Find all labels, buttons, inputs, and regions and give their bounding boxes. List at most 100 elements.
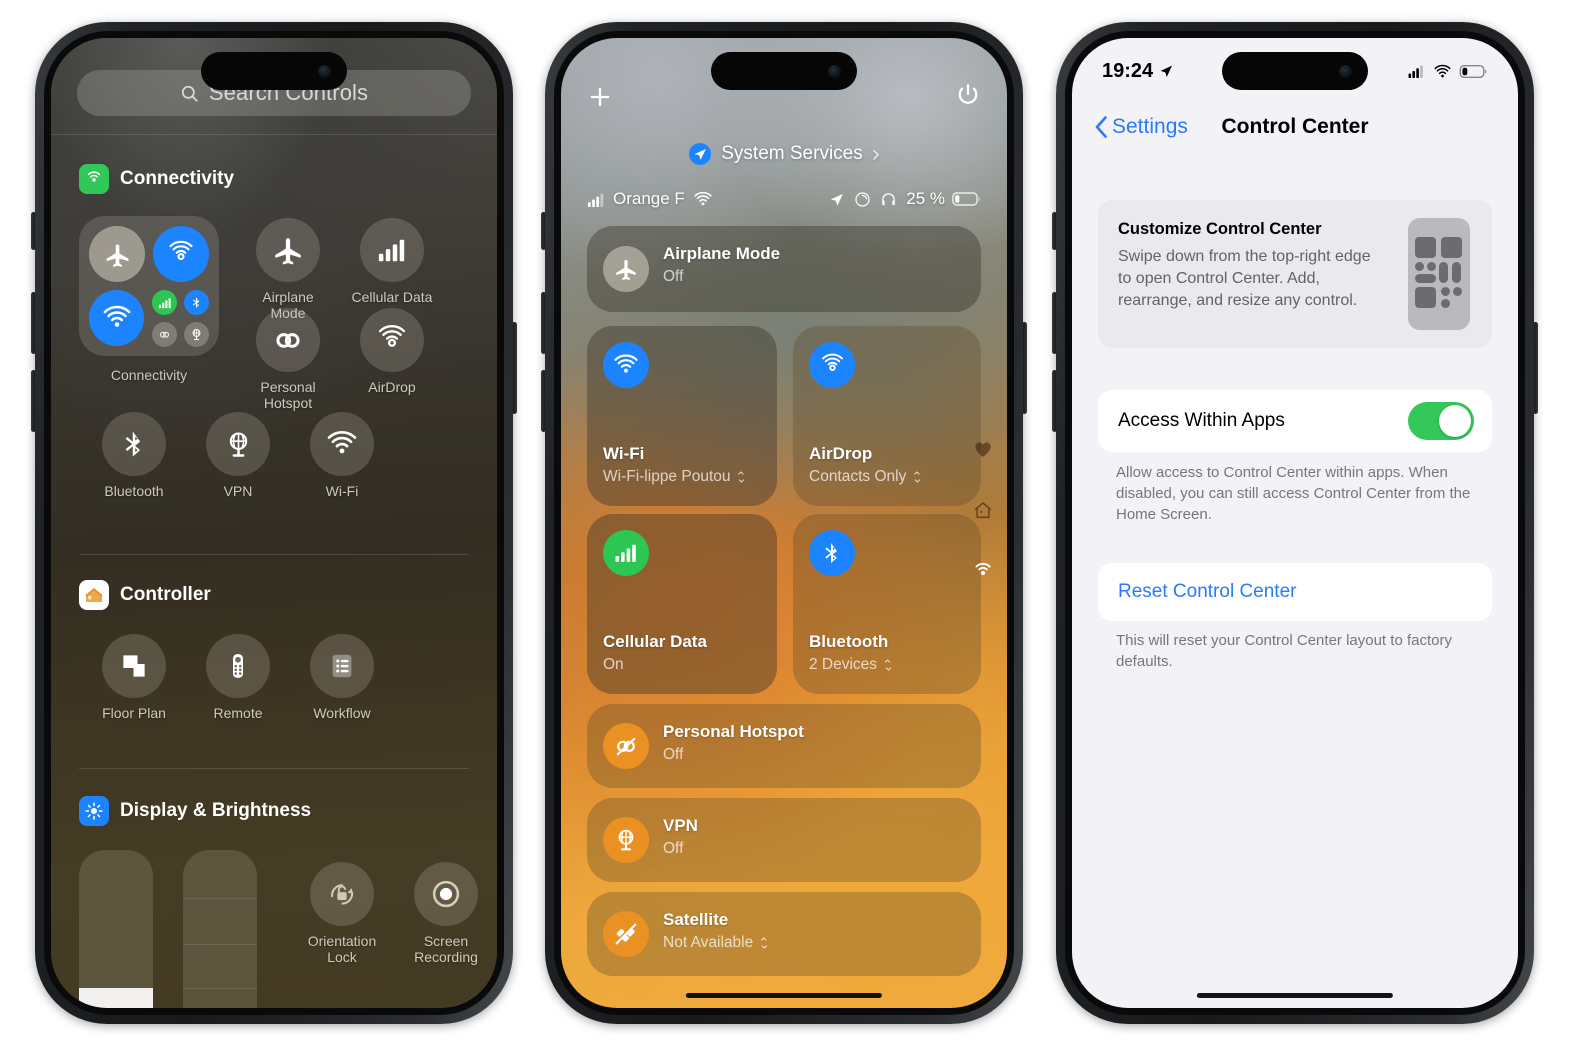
phone-screen: 19:24 Settings Control Center Customize … [1072, 38, 1518, 1008]
vpn-globe-icon [206, 412, 270, 476]
group-tile-label: Connectivity [110, 367, 188, 383]
phone-settings: 19:24 Settings Control Center Customize … [1052, 22, 1538, 1024]
bluetooth-icon [809, 530, 855, 576]
control-remote[interactable]: Remote [193, 634, 283, 721]
section-title: Controller [120, 584, 211, 605]
add-control-button[interactable] [587, 84, 613, 115]
tile-subtitle: Off [663, 840, 684, 857]
control-airdrop[interactable]: AirDrop [347, 308, 437, 395]
battery-low-icon [952, 191, 981, 207]
wifi-icon[interactable] [89, 290, 144, 346]
tile-bluetooth[interactable]: Bluetooth 2 Devices ⌃⌃ [793, 514, 981, 694]
phone-control-center-editor: Search Controls Connectivity Connectivit… [31, 22, 517, 1024]
control-airplane-mode[interactable]: Airplane Mode [243, 218, 333, 321]
search-icon [181, 85, 198, 102]
tile-vpn[interactable]: VPN Off [587, 798, 981, 882]
heart-icon[interactable] [972, 438, 994, 465]
tile-wifi[interactable]: Wi-Fi Wi-Fi-lippe Poutou ⌃⌃ [587, 326, 777, 506]
satellite-icon [603, 911, 649, 957]
tile-satellite[interactable]: Satellite Not Available ⌃⌃ [587, 892, 981, 976]
airdrop-icon [360, 308, 424, 372]
hotspot-link-icon[interactable] [152, 322, 177, 347]
section-header-connectivity: Connectivity [79, 164, 234, 194]
location-arrow-icon [688, 142, 712, 166]
screen-recording-icon [414, 862, 478, 926]
control-personal-hotspot[interactable]: Personal Hotspot [243, 308, 333, 411]
system-services-label: System Services [721, 143, 863, 164]
control-label: Workflow [313, 705, 371, 721]
brightness-slider[interactable] [79, 850, 153, 1008]
dynamic-island [201, 52, 347, 90]
front-camera-icon [1339, 64, 1352, 78]
control-vpn[interactable]: VPN [193, 412, 283, 499]
control-center-status-row: Orange F 25 % [587, 186, 981, 212]
control-workflow[interactable]: Workflow [297, 634, 387, 721]
cellular-bars-icon [360, 218, 424, 282]
reset-label: Reset Control Center [1118, 581, 1297, 602]
bluetooth-icon[interactable] [184, 290, 209, 315]
tile-airplane-mode[interactable]: Airplane Mode Off [587, 226, 981, 312]
control-label: Orientation Lock [307, 933, 377, 965]
tile-airdrop[interactable]: AirDrop Contacts Only ⌃⌃ [793, 326, 981, 506]
slider-fill [79, 988, 153, 1008]
cellular-bars-icon [587, 192, 606, 207]
tile-title: Airplane Mode [663, 244, 781, 263]
wifi-icon [310, 412, 374, 476]
chevron-right-icon: › [871, 140, 880, 167]
wifi-icon [693, 191, 713, 207]
connectivity-group-tile[interactable] [79, 216, 219, 356]
tile-personal-hotspot[interactable]: Personal Hotspot Off [587, 704, 981, 788]
dynamic-island [1222, 52, 1368, 90]
control-cellular-data[interactable]: Cellular Data [347, 218, 437, 305]
vpn-globe-icon[interactable] [184, 322, 209, 347]
page-indicator-rail[interactable] [971, 438, 995, 589]
control-label: Floor Plan [102, 705, 166, 721]
tile-title: Bluetooth [809, 632, 889, 651]
airplane-icon [603, 246, 649, 292]
control-orientation-lock[interactable]: Orientation Lock [297, 862, 387, 965]
bluetooth-icon [102, 412, 166, 476]
info-card-body: Swipe down from the top-right edge to op… [1118, 248, 1371, 309]
home-indicator[interactable] [1196, 993, 1394, 998]
access-within-apps-toggle[interactable] [1408, 402, 1474, 440]
hotspot-link-icon [603, 723, 649, 769]
location-arrow-icon [828, 191, 845, 208]
wifi-icon [1433, 64, 1452, 79]
connectivity-icon[interactable] [971, 560, 995, 589]
access-within-apps-row[interactable]: Access Within Apps [1098, 390, 1492, 452]
status-time: 19:24 [1102, 60, 1174, 83]
tile-title: Cellular Data [603, 632, 707, 651]
system-services-pill[interactable]: System Services › [561, 142, 1007, 166]
section-title: Display & Brightness [120, 800, 312, 821]
wifi-icon [603, 342, 649, 388]
control-wifi[interactable]: Wi-Fi [297, 412, 387, 499]
page-title: Control Center [1221, 115, 1369, 138]
tile-subtitle: Not Available ⌃⌃ [663, 934, 771, 951]
screenshot-stage: Search Controls Connectivity Connectivit… [0, 0, 1578, 1046]
cellular-bars-icon[interactable] [152, 290, 177, 315]
updown-chevron-icon: ⌃⌃ [882, 657, 894, 673]
home-indicator[interactable] [685, 993, 883, 998]
connectivity-icon [79, 164, 109, 194]
airdrop-icon[interactable] [153, 226, 209, 282]
reset-control-center-row[interactable]: Reset Control Center [1098, 563, 1492, 621]
tile-title: Wi-Fi [603, 444, 645, 463]
tile-subtitle: Off [663, 268, 684, 285]
customize-info-card: Customize Control Center Swipe down from… [1098, 200, 1492, 348]
tile-title: Personal Hotspot [663, 722, 804, 741]
tile-cellular-data[interactable]: Cellular Data On [587, 514, 777, 694]
volume-slider[interactable] [183, 850, 257, 1008]
tile-subtitle: Contacts Only ⌃⌃ [809, 468, 924, 485]
power-button-icon[interactable] [955, 82, 981, 113]
control-bluetooth[interactable]: Bluetooth [89, 412, 179, 499]
headphones-icon [880, 191, 897, 208]
phone-screen: Search Controls Connectivity Connectivit… [51, 38, 497, 1008]
updown-chevron-icon: ⌃⌃ [911, 469, 924, 485]
home-icon[interactable] [972, 499, 994, 526]
control-screen-recording[interactable]: Screen Recording [401, 862, 491, 965]
divider [51, 134, 497, 135]
control-floor-plan[interactable]: Floor Plan [89, 634, 179, 721]
divider [79, 554, 469, 555]
airplane-icon[interactable] [89, 226, 145, 282]
tile-title: VPN [663, 816, 698, 835]
